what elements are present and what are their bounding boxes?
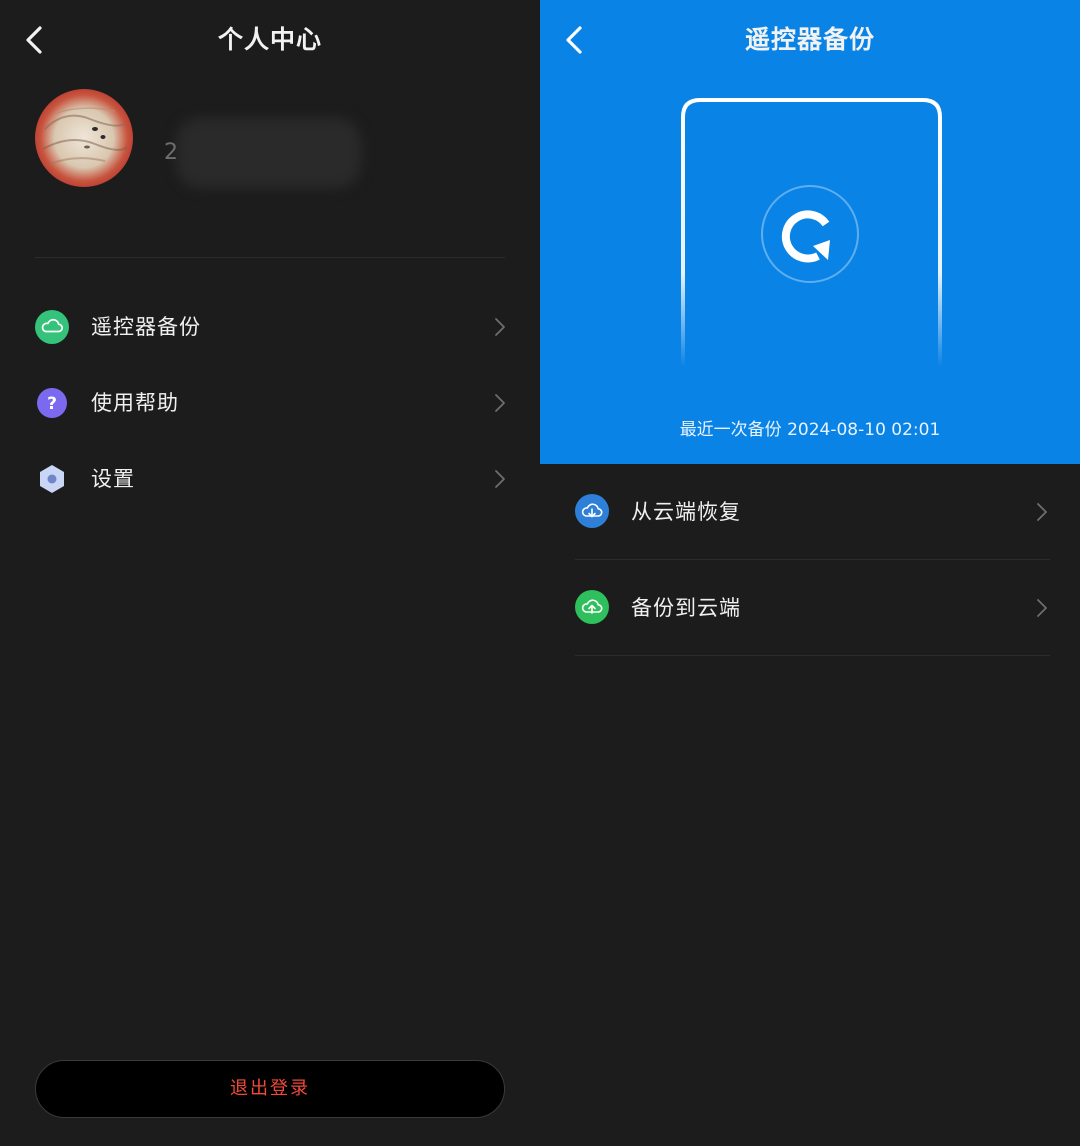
question-icon: ? <box>37 388 67 418</box>
menu-item-label: 设置 <box>91 467 135 491</box>
page-title: 个人中心 <box>217 25 322 54</box>
avatar[interactable] <box>35 89 133 187</box>
last-backup-time: 最近一次备份 2024-08-10 02:01 <box>679 420 941 440</box>
personal-center-screen: 个人中心 2 遥控器备份 ? 使用帮助 设置 退出登录 <box>0 0 540 1146</box>
hexagon-settings-icon <box>40 465 64 493</box>
sync-button[interactable] <box>760 184 860 284</box>
logout-button[interactable]: 退出登录 <box>35 1060 505 1118</box>
chevron-right-icon <box>495 318 505 336</box>
menu-item-help[interactable]: ? 使用帮助 <box>0 373 540 433</box>
menu-item-label: 遥控器备份 <box>91 315 201 339</box>
menu-item-remote-backup[interactable]: 遥控器备份 <box>0 297 540 357</box>
chevron-right-icon <box>1037 503 1047 521</box>
chevron-right-icon <box>1037 599 1047 617</box>
divider <box>35 257 505 258</box>
cloud-upload-icon <box>575 590 609 624</box>
divider <box>575 655 1050 656</box>
chevron-right-icon <box>495 394 505 412</box>
cloud-icon <box>35 310 69 344</box>
action-label: 从云端恢复 <box>631 500 741 524</box>
remote-backup-screen: 遥控器备份 最近一次备份 2024-08-10 02:01 从云端恢复 备份到云… <box>540 0 1080 1146</box>
action-label: 备份到云端 <box>631 596 741 620</box>
svg-text:?: ? <box>47 394 57 414</box>
menu-item-label: 使用帮助 <box>91 391 179 415</box>
menu-item-settings[interactable]: 设置 <box>0 449 540 509</box>
backup-to-cloud-item[interactable]: 备份到云端 <box>540 560 1080 656</box>
restore-from-cloud-item[interactable]: 从云端恢复 <box>540 464 1080 560</box>
cloud-download-icon <box>575 494 609 528</box>
sync-icon <box>761 185 859 283</box>
chevron-right-icon <box>495 470 505 488</box>
username-text: 2 <box>164 140 178 165</box>
username: 2 <box>164 118 366 188</box>
page-title: 遥控器备份 <box>744 25 875 54</box>
